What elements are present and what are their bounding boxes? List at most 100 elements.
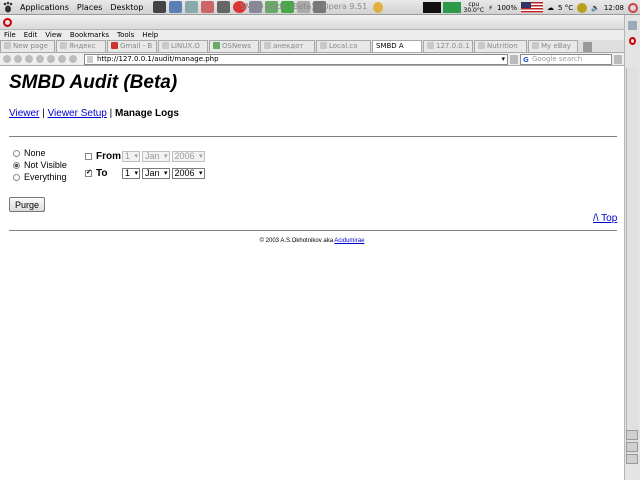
clock[interactable]: 12:08 xyxy=(604,4,624,12)
to-checkbox[interactable] xyxy=(85,168,92,177)
vertical-scrollbar[interactable] xyxy=(626,68,638,458)
address-dropdown-icon[interactable]: ▾ xyxy=(501,55,505,64)
tab-icon xyxy=(478,42,485,49)
menu-bookmarks[interactable]: Bookmarks xyxy=(70,31,109,39)
scroll-end-button[interactable] xyxy=(626,454,638,464)
menu-help[interactable]: Help xyxy=(142,31,158,39)
reload-icon[interactable] xyxy=(47,55,55,63)
purge-button[interactable]: Purge xyxy=(9,197,46,212)
applications-menu[interactable]: Applications xyxy=(20,3,69,12)
tab-nutrition[interactable]: Nutrition xyxy=(474,40,527,52)
forward-icon[interactable] xyxy=(14,55,22,63)
tab-label: My eBay xyxy=(541,42,571,50)
from-checkbox[interactable] xyxy=(85,153,92,160)
cpu-readout: cpu 30.0°C xyxy=(463,1,485,14)
workspace-switcher[interactable] xyxy=(422,2,441,13)
to-year-select[interactable]: 2006 xyxy=(171,168,205,179)
gmail-icon xyxy=(111,42,118,49)
mail-launcher-icon[interactable] xyxy=(185,1,199,13)
search-go-icon[interactable] xyxy=(614,55,622,64)
viewer-link[interactable]: Viewer xyxy=(9,108,39,119)
tab-localhost[interactable]: 127.0.0.1 xyxy=(423,40,473,52)
tab-osnews[interactable]: OSNews xyxy=(209,40,259,52)
desktop-menu[interactable]: Desktop xyxy=(110,3,143,12)
radio-button[interactable] xyxy=(13,173,20,181)
visibility-not-visible-option[interactable]: Not Visible xyxy=(13,160,67,170)
visibility-none-option[interactable]: None xyxy=(13,148,46,158)
address-field[interactable]: http://127.0.0.1/audit/manage.php ▾ xyxy=(84,54,508,65)
from-day-select[interactable]: 1 xyxy=(122,151,141,162)
option-label: Everything xyxy=(24,172,67,182)
top-panel: Applications Places Desktop SMBD Audit (… xyxy=(0,0,640,15)
opera-icon[interactable] xyxy=(3,18,12,27)
gnome-foot-icon[interactable] xyxy=(2,1,14,13)
visibility-everything-option[interactable]: Everything xyxy=(13,172,67,182)
terminal-launcher-icon[interactable] xyxy=(153,1,167,13)
search-field[interactable]: G Google search xyxy=(520,54,612,65)
tab-smbd-audit[interactable]: SMBD A xyxy=(372,40,422,52)
divider xyxy=(9,136,617,137)
cpu-temp: 30.0°C xyxy=(463,6,485,14)
tab-new-page[interactable]: New page xyxy=(0,40,55,52)
menu-view[interactable]: View xyxy=(45,31,62,39)
tab-local[interactable]: Local.co xyxy=(316,40,371,52)
to-day-select[interactable]: 1 xyxy=(122,168,141,179)
tab-anekdot[interactable]: анекдот xyxy=(260,40,315,52)
tab-linux-org[interactable]: LINUX.O xyxy=(158,40,208,52)
to-label: To xyxy=(96,168,108,179)
from-year-select[interactable]: 2006 xyxy=(171,151,205,162)
update-icon[interactable] xyxy=(577,2,588,13)
tab-icon xyxy=(532,42,539,49)
panel-toggle-icon[interactable] xyxy=(628,21,637,30)
flag-icon[interactable] xyxy=(521,2,544,13)
author-link[interactable]: Acidumirae xyxy=(334,238,364,244)
fast-forward-icon[interactable] xyxy=(36,55,44,63)
page-content: SMBD Audit (Beta) Viewer | Viewer Setup … xyxy=(0,67,624,480)
tab-label: SMBD A xyxy=(376,42,404,50)
settings-launcher-icon[interactable] xyxy=(217,1,231,13)
tab-label: Nutrition xyxy=(487,42,518,50)
tab-label: OSNews xyxy=(222,42,251,50)
home-icon[interactable] xyxy=(58,55,66,63)
tab-icon xyxy=(427,42,434,49)
viewer-setup-link[interactable]: Viewer Setup xyxy=(48,108,107,119)
power-icon[interactable] xyxy=(628,2,638,13)
tab-label: Яндекс xyxy=(69,42,96,50)
tab-gmail[interactable]: Gmail - B xyxy=(107,40,157,52)
search-placeholder: Google search xyxy=(532,55,583,63)
wand-icon[interactable] xyxy=(510,55,518,64)
nav-separator: | xyxy=(109,108,113,119)
places-menu[interactable]: Places xyxy=(77,3,102,12)
menu-tools[interactable]: Tools xyxy=(117,31,134,39)
to-date-row: To 1 Jan 2006 xyxy=(85,168,207,179)
scroll-down-button[interactable] xyxy=(626,442,638,452)
breadcrumb: Viewer | Viewer Setup | Manage Logs xyxy=(9,108,179,119)
browser-launcher-icon[interactable] xyxy=(169,1,183,13)
tab-label: анекдот xyxy=(273,42,304,50)
menu-file[interactable]: File xyxy=(4,31,16,39)
tab-yandex[interactable]: Яндекс xyxy=(56,40,106,52)
menu-edit[interactable]: Edit xyxy=(24,31,38,39)
tab-label: Local.co xyxy=(329,42,358,50)
volume-icon[interactable]: 🔈 xyxy=(591,4,600,12)
to-month-select[interactable]: Jan xyxy=(142,168,170,179)
scroll-up-button[interactable] xyxy=(626,430,638,440)
editor-launcher-icon[interactable] xyxy=(201,1,215,13)
back-icon[interactable] xyxy=(3,55,11,63)
tab-icon xyxy=(213,42,220,49)
google-icon: G xyxy=(523,56,529,64)
page-title: SMBD Audit (Beta) xyxy=(9,72,178,93)
from-month-select[interactable]: Jan xyxy=(142,151,170,162)
rewind-icon[interactable] xyxy=(25,55,33,63)
opera-side-icon[interactable] xyxy=(629,37,636,45)
window-title: SMBD Audit (Beta) - Opera 9.51 xyxy=(240,2,368,11)
tab-ebay[interactable]: My eBay xyxy=(528,40,578,52)
back-to-top-link[interactable]: /\ Top xyxy=(593,213,617,224)
stop-icon[interactable] xyxy=(69,55,77,63)
temperature: 5 °C xyxy=(558,3,574,12)
from-date-row: From 1 Jan 2006 xyxy=(85,151,207,162)
radio-button[interactable] xyxy=(13,149,20,157)
radio-button[interactable] xyxy=(13,161,20,169)
trash-icon[interactable] xyxy=(583,42,592,52)
browser-titlebar xyxy=(0,15,624,30)
